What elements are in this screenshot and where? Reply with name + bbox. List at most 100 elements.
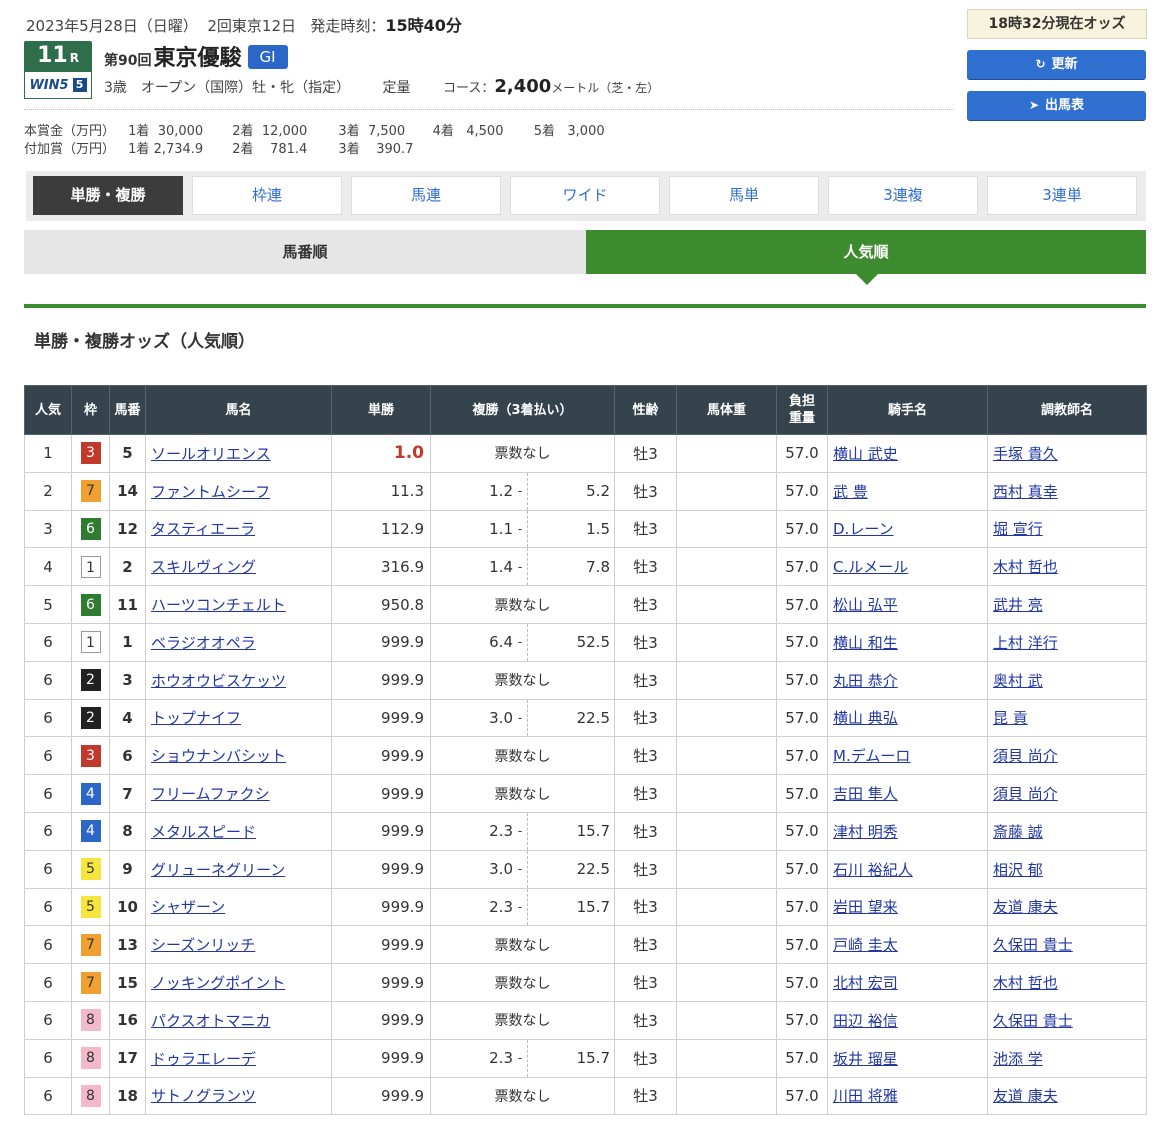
place-odds-max: 15.7 [576,822,610,841]
jockey-link[interactable]: 坂井 瑠星 [833,1050,898,1068]
trainer-link[interactable]: 久保田 貴士 [993,1012,1073,1030]
horse-name-link[interactable]: グリューネグリーン [151,861,285,879]
jockey-link[interactable]: 横山 武史 [833,445,898,463]
trainer-link[interactable]: 武井 亮 [993,596,1043,614]
trainer-link[interactable]: 木村 哲也 [993,558,1058,576]
entries-button[interactable]: ➤ 出馬表 [967,91,1146,120]
horse-name-cell: ファントムシーフ [145,471,332,511]
jockey-link[interactable]: M.デムーロ [833,747,910,765]
win-odds-cell: 950.8 [331,585,431,624]
sex-age-cell: 牡3 [614,774,677,813]
horse-name-link[interactable]: サトノグランツ [151,1087,256,1105]
horse-name-link[interactable]: ショウナンバシット [151,747,286,765]
trainer-link[interactable]: 池添 学 [993,1050,1043,1068]
tab-bracket-quinella[interactable]: 枠連 [192,176,342,215]
horse-name-link[interactable]: ノッキングポイント [151,974,285,992]
horse-number-cell: 2 [109,547,146,587]
horse-name-link[interactable]: ファントムシーフ [151,483,270,501]
win-odds-value: 999.9 [381,746,424,765]
horse-name-link[interactable]: ハーツコンチェルト [151,596,286,614]
course-distance: 2,400 [494,76,552,97]
jockey-link[interactable]: 松山 弘平 [833,596,898,614]
win-odds-cell: 999.9 [331,1076,431,1116]
horse-name-link[interactable]: シャザーン [151,898,225,916]
jockey-link[interactable]: 横山 和生 [833,634,898,652]
sex-age-cell: 牡3 [614,698,677,738]
jockey-link[interactable]: D.レーン [833,520,894,538]
jockey-link[interactable]: 田辺 裕信 [833,1012,898,1030]
jockey-link[interactable]: 横山 典弘 [833,709,898,727]
horse-name-link[interactable]: ソールオリエンス [151,445,271,463]
trainer-link[interactable]: 友道 康夫 [993,1087,1058,1105]
body-weight-cell [676,547,777,587]
trainer-link[interactable]: 奥村 武 [993,672,1043,690]
horse-name-link[interactable]: シーズンリッチ [151,936,255,954]
jockey-link[interactable]: 戸崎 圭太 [833,936,898,954]
win5-logo-text: WIN5 [29,77,69,93]
jockey-link[interactable]: 武 豊 [833,483,868,501]
jockey-cell: 坂井 瑠星 [827,1038,988,1078]
jockey-link[interactable]: C.ルメール [833,558,908,576]
jockey-link[interactable]: 石川 裕紀人 [833,861,913,879]
place-odds-cell: 票数なし [430,434,615,473]
horse-number-cell: 18 [109,1076,146,1116]
jockey-cell: C.ルメール [827,547,988,587]
trainer-link[interactable]: 手塚 貴久 [993,445,1058,463]
bracket-cell: 8 [71,1000,110,1040]
trainer-link[interactable]: 須貝 尚介 [993,747,1058,765]
bracket-cell: 7 [71,963,110,1002]
horse-name-cell: フリームファクシ [145,774,332,813]
horse-name-link[interactable]: ベラジオオペラ [151,634,256,652]
trainer-link[interactable]: 友道 康夫 [993,898,1058,916]
refresh-button[interactable]: ↻ 更新 [967,50,1146,79]
sort-by-number-tab[interactable]: 馬番順 [24,230,586,274]
carried-weight-cell: 57.0 [776,471,828,511]
trainer-cell: 木村 哲也 [987,547,1147,587]
table-row: 6 5 9 グリューネグリーン 999.9 3.0- 22.5 牡3 57.0 石川 裕紀人 相沢 … [24,849,1147,889]
horse-name-link[interactable]: スキルヴィング [151,558,256,576]
body-weight-cell [676,434,777,473]
course-label: コース： [442,81,495,96]
horse-name-link[interactable]: タスティエーラ [151,520,255,538]
trainer-link[interactable]: 堀 宣行 [993,520,1043,538]
horse-name-link[interactable]: パクスオトマニカ [151,1012,271,1030]
trainer-cell: 堀 宣行 [987,509,1147,549]
tab-wide[interactable]: ワイド [510,176,660,215]
horse-name-cell: ノッキングポイント [145,963,332,1002]
trainer-link[interactable]: 須貝 尚介 [993,785,1058,803]
tab-quinella[interactable]: 馬連 [351,176,501,215]
bracket-cell: 7 [71,471,110,511]
tab-exacta[interactable]: 馬単 [669,176,819,215]
horse-name-link[interactable]: トップナイフ [151,709,241,727]
horse-name-link[interactable]: フリームファクシ [151,785,270,803]
trainer-link[interactable]: 昆 貢 [993,709,1028,727]
col-carried-weight: 負担重量 [776,385,828,435]
place-odds-min: 3.0 [489,708,513,727]
place-odds-cell: 3.0- 22.5 [430,849,615,889]
bracket-badge: 5 [80,895,101,918]
jockey-link[interactable]: 北村 宏司 [833,974,898,992]
horse-name-link[interactable]: メタルスピード [151,823,256,841]
jockey-link[interactable]: 津村 明秀 [833,823,898,841]
trainer-link[interactable]: 木村 哲也 [993,974,1058,992]
trainer-link[interactable]: 上村 洋行 [993,634,1058,652]
sort-by-popularity-tab[interactable]: 人気順 [586,230,1146,274]
jockey-link[interactable]: 丸田 恭介 [833,672,898,690]
trainer-link[interactable]: 斎藤 誠 [993,823,1043,841]
section-divider [24,304,1146,308]
trainer-link[interactable]: 相沢 郁 [993,861,1043,879]
tab-trifecta[interactable]: 3連単 [987,176,1137,215]
tab-win-place[interactable]: 単勝・複勝 [33,176,183,215]
jockey-link[interactable]: 川田 将雅 [833,1087,898,1105]
table-row: 6 4 7 フリームファクシ 999.9 票数なし 牡3 57.0 吉田 隼人 須貝 尚介 [24,774,1147,813]
tab-trio[interactable]: 3連複 [828,176,978,215]
trainer-link[interactable]: 西村 真幸 [993,483,1058,501]
jockey-link[interactable]: 岩田 望来 [833,898,898,916]
win-odds-cell: 999.9 [331,1038,431,1078]
horse-name-link[interactable]: ホウオウビスケッツ [151,672,286,690]
horse-name-link[interactable]: ドゥラエレーデ [151,1050,256,1068]
jockey-link[interactable]: 吉田 隼人 [833,785,898,803]
popularity-cell: 4 [24,547,72,587]
trainer-link[interactable]: 久保田 貴士 [993,936,1073,954]
trainer-cell: 須貝 尚介 [987,736,1147,776]
